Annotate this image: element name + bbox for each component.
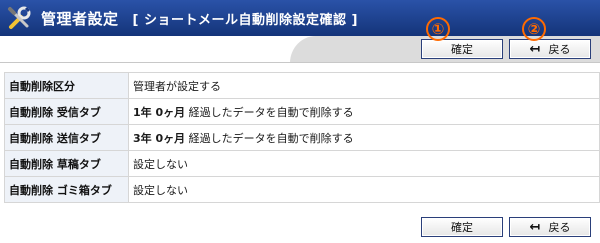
row-value: 設定しない	[128, 150, 600, 177]
row-label: 自動削除区分	[4, 72, 129, 99]
row-label: 自動削除 送信タブ	[4, 124, 129, 151]
back-button-bottom[interactable]: ↤ 戻る	[509, 217, 591, 237]
row-value: 3年 0ヶ月 経過したデータを自動で削除する	[128, 124, 600, 151]
page-subtitle: [ ショートメール自動削除設定確認 ]	[132, 12, 358, 28]
table-row: 自動削除 受信タブ 1年 0ヶ月 経過したデータを自動で削除する	[4, 98, 600, 125]
annotation-marker-2: ②	[522, 17, 546, 41]
tools-icon	[5, 3, 35, 33]
back-button-label: 戻る	[548, 221, 571, 234]
arrow-left-bar-icon: ↤	[529, 41, 541, 57]
confirm-button-label: 確定	[451, 221, 473, 234]
confirm-button-top[interactable]: 確定	[421, 39, 503, 59]
annotation-marker-1: ①	[426, 17, 450, 41]
confirm-button-label: 確定	[451, 43, 473, 56]
back-button-label: 戻る	[548, 43, 571, 56]
row-label: 自動削除 草稿タブ	[4, 150, 129, 177]
row-value: 設定しない	[128, 176, 600, 203]
table-row: 自動削除 送信タブ 3年 0ヶ月 経過したデータを自動で削除する	[4, 124, 600, 151]
row-label: 自動削除 受信タブ	[4, 98, 129, 125]
row-value: 1年 0ヶ月 経過したデータを自動で削除する	[128, 98, 600, 125]
row-label: 自動削除 ゴミ箱タブ	[4, 176, 129, 203]
confirm-button-bottom[interactable]: 確定	[421, 217, 503, 237]
table-row: 自動削除 草稿タブ 設定しない	[4, 150, 600, 177]
action-bar-divider	[0, 62, 600, 63]
table-row: 自動削除区分 管理者が設定する	[4, 72, 600, 99]
back-button-top[interactable]: ↤ 戻る	[509, 39, 591, 59]
settings-table: 自動削除区分 管理者が設定する 自動削除 受信タブ 1年 0ヶ月 経過したデータ…	[4, 72, 600, 203]
row-value: 管理者が設定する	[128, 72, 600, 99]
table-row: 自動削除 ゴミ箱タブ 設定しない	[4, 176, 600, 203]
arrow-left-bar-icon: ↤	[529, 219, 541, 235]
page-title: 管理者設定	[41, 9, 119, 28]
page-header: 管理者設定 [ ショートメール自動削除設定確認 ]	[0, 0, 600, 36]
